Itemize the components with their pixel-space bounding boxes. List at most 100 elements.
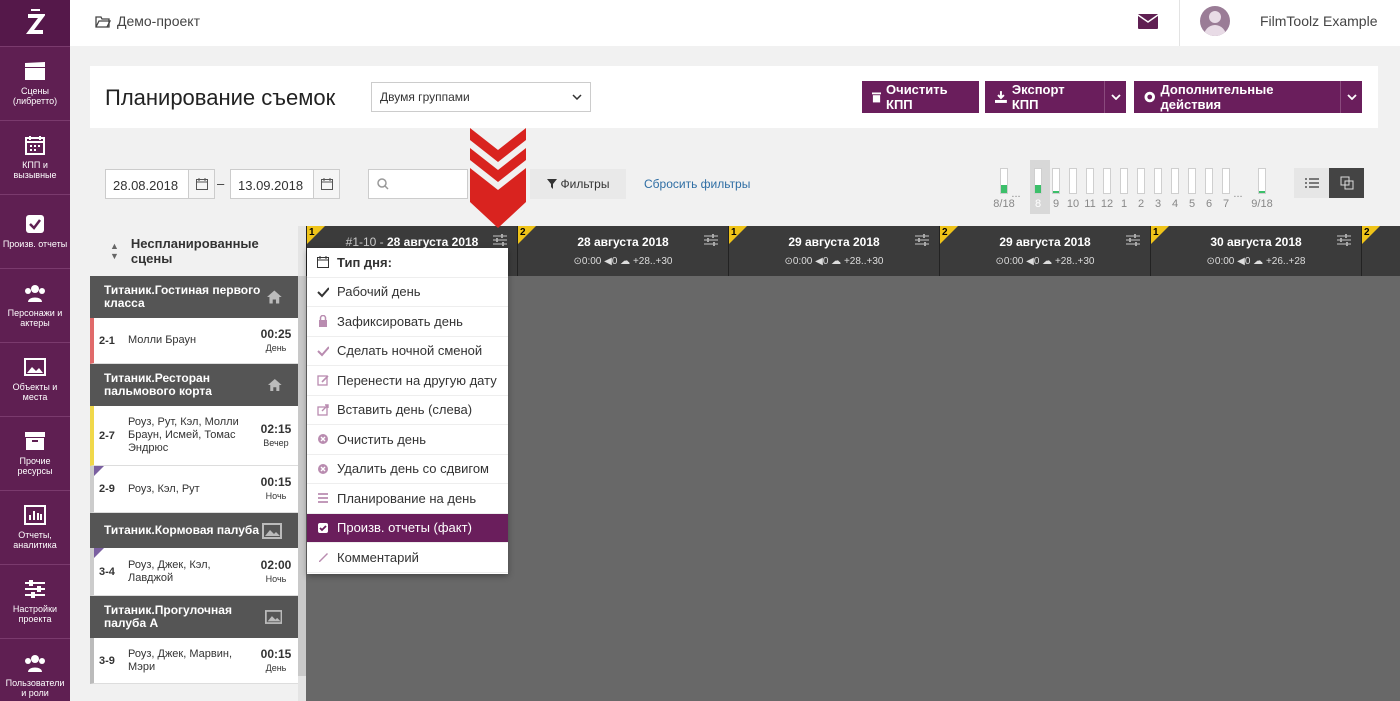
- sidebar-item-label: Произв. отчеты: [2, 239, 68, 249]
- sidebar-item-reports[interactable]: Произв. отчеты: [0, 194, 70, 268]
- mini-day-bar[interactable]: [1103, 168, 1111, 194]
- envelope-icon: [1138, 14, 1158, 29]
- folder-open-icon: [95, 15, 111, 28]
- image-icon: [24, 358, 46, 376]
- copy-icon: [1340, 176, 1353, 190]
- messages-button[interactable]: [1138, 14, 1158, 29]
- sidebar-item-kpp[interactable]: КПП и вызывные: [0, 120, 70, 194]
- reset-filters-link[interactable]: Сбросить фильтры: [644, 177, 750, 191]
- sidebar-item-resources[interactable]: Прочие ресурсы: [0, 416, 70, 490]
- chevron-down-icon: [1110, 94, 1121, 100]
- box-icon: [25, 432, 45, 450]
- menu-item-day-planning[interactable]: Планирование на день: [307, 484, 508, 514]
- day-title: #1-10 - 28 августа 2018: [307, 235, 517, 249]
- sidebar-item-settings[interactable]: Настройки проекта: [0, 564, 70, 638]
- board-view-button[interactable]: [1329, 168, 1364, 198]
- mini-day-bar[interactable]: [1188, 168, 1196, 194]
- mini-day-bar[interactable]: [1052, 168, 1060, 194]
- search-input[interactable]: [368, 169, 468, 199]
- date-from-input[interactable]: 28.08.2018: [105, 169, 215, 199]
- day-settings-icon[interactable]: [1126, 234, 1140, 246]
- menu-item-insert-day[interactable]: Вставить день (слева): [307, 396, 508, 425]
- home-icon: [268, 378, 282, 392]
- mini-day-bar[interactable]: [1069, 168, 1077, 194]
- more-actions-button[interactable]: Дополнительные действия: [1134, 81, 1340, 113]
- mini-day-bar[interactable]: [1154, 168, 1162, 194]
- date-to-input[interactable]: 13.09.2018: [230, 169, 340, 199]
- mini-day-bar[interactable]: [1205, 168, 1213, 194]
- date-from-calendar-button[interactable]: [188, 170, 214, 198]
- more-actions-dropdown[interactable]: [1340, 81, 1362, 113]
- scene-number: 2-1: [99, 334, 115, 347]
- day-settings-icon[interactable]: [704, 234, 718, 246]
- day-column-header[interactable]: 1 29 августа 2018 ⊙0:00 ◀0 ☁ +28..+30: [728, 226, 939, 276]
- day-settings-icon[interactable]: [1337, 234, 1351, 246]
- sidebar-item-label: Настройки проекта: [12, 604, 58, 624]
- topbar-divider: [1179, 0, 1180, 46]
- list-view-button[interactable]: [1294, 168, 1329, 198]
- mini-day-bar[interactable]: [1171, 168, 1179, 194]
- mini-day-bar[interactable]: [1137, 168, 1145, 194]
- menu-item-clear-day[interactable]: Очистить день: [307, 425, 508, 455]
- logo[interactable]: [0, 0, 70, 46]
- menu-item-night-shift[interactable]: Сделать ночной сменой: [307, 337, 508, 366]
- menu-item-move-date[interactable]: Перенести на другую дату: [307, 366, 508, 396]
- sidebar-item-actors[interactable]: Персонажи и актеры: [0, 268, 70, 342]
- sidebar-item-locations[interactable]: Объекты и места: [0, 342, 70, 416]
- sort-icon[interactable]: ▲ ▼: [110, 241, 119, 261]
- day-column-header[interactable]: 2 29 августа 2018 ⊙0:00 ◀0 ☁ +28..+30: [939, 226, 1150, 276]
- header-panel: Планирование съемок Двумя группами Очист…: [90, 66, 1378, 128]
- page-title: Планирование съемок: [105, 85, 336, 110]
- day-column-header[interactable]: 2: [1361, 226, 1400, 276]
- menu-item-label: Перенести на другую дату: [337, 372, 497, 388]
- export-kpp-button[interactable]: Экспорт КПП: [985, 81, 1104, 113]
- mini-ellipsis: ...: [1011, 188, 1021, 200]
- location-group[interactable]: Титаник.Гостиная первого класса: [90, 276, 298, 318]
- menu-item-comment[interactable]: Комментарий: [307, 543, 508, 573]
- project-link[interactable]: Демо-проект: [95, 13, 200, 29]
- unplanned-header[interactable]: ▲ ▼ Неспланированные сцены: [90, 226, 298, 276]
- unplanned-scrollbar[interactable]: [298, 226, 306, 701]
- mini-day-bar[interactable]: [1034, 168, 1042, 194]
- clear-kpp-button[interactable]: Очистить КПП: [862, 81, 979, 113]
- scene-row[interactable]: 3-4 Роуз, Джек, Кэл, Лавджой 02:00 Ночь: [90, 548, 298, 596]
- filters-button[interactable]: Фильтры: [530, 169, 626, 199]
- scene-number: 3-4: [99, 565, 115, 578]
- mini-day-bar[interactable]: [1258, 168, 1266, 194]
- sidebar-item-label: Объекты и места: [12, 382, 58, 402]
- date-to-calendar-button[interactable]: [313, 170, 339, 198]
- day-column-header[interactable]: 2 28 августа 2018 ⊙0:00 ◀0 ☁ +28..+30: [517, 226, 728, 276]
- menu-item-delete-day-shift[interactable]: Удалить день со сдвигом: [307, 455, 508, 484]
- day-column-header[interactable]: 1 30 августа 2018 ⊙0:00 ◀0 ☁ +26..+28: [1150, 226, 1361, 276]
- menu-item-working-day[interactable]: Рабочий день: [307, 278, 508, 307]
- location-group[interactable]: Титаник.Кормовая палуба: [90, 513, 298, 548]
- filters-label: Фильтры: [560, 177, 610, 191]
- sidebar-item-users[interactable]: Пользователи и роли: [0, 638, 70, 701]
- avatar[interactable]: [1200, 6, 1230, 36]
- scene-row[interactable]: 3-9 Роуз, Джек, Марвин, Мэри 00:15 День: [90, 638, 298, 684]
- scene-row[interactable]: 2-7 Роуз, Рут, Кэл, Молли Браун, Исмей, …: [90, 406, 298, 466]
- scene-row[interactable]: 2-1 Молли Браун 00:25 День: [90, 318, 298, 364]
- scene-row[interactable]: 2-9 Роуз, Кэл, Рут 00:15 Ночь: [90, 466, 298, 513]
- menu-item-lock-day[interactable]: Зафиксировать день: [307, 307, 508, 337]
- export-kpp-dropdown[interactable]: [1104, 81, 1126, 113]
- location-group[interactable]: Титаник.Прогулочная палуба А: [90, 596, 298, 638]
- scene-number: 2-9: [99, 483, 115, 495]
- grouping-select[interactable]: Двумя группами: [371, 82, 591, 112]
- export-kpp-label: Экспорт КПП: [1011, 82, 1065, 112]
- day-settings-icon[interactable]: [915, 234, 929, 246]
- user-name[interactable]: FilmToolz Example: [1260, 13, 1377, 29]
- sidebar-item-scenes[interactable]: Сцены (либретто): [0, 46, 70, 120]
- scene-time: 00:15 День: [254, 647, 298, 675]
- sidebar-item-analytics[interactable]: Отчеты, аналитика: [0, 490, 70, 564]
- mini-day-bar[interactable]: [1120, 168, 1128, 194]
- menu-item-production-reports[interactable]: Произв. отчеты (факт): [307, 513, 508, 543]
- mini-ellipsis: ...: [1233, 188, 1243, 200]
- sidebar-item-label: Отчеты, аналитика: [13, 530, 57, 550]
- project-name: Демо-проект: [117, 13, 200, 29]
- menu-item-label: Произв. отчеты (факт): [337, 520, 472, 536]
- mini-day-bar[interactable]: [1086, 168, 1094, 194]
- location-group[interactable]: Титаник.Ресторан пальмового корта: [90, 364, 298, 406]
- unplanned-scrollbar-thumb[interactable]: [298, 276, 306, 676]
- download-icon: [995, 91, 1007, 103]
